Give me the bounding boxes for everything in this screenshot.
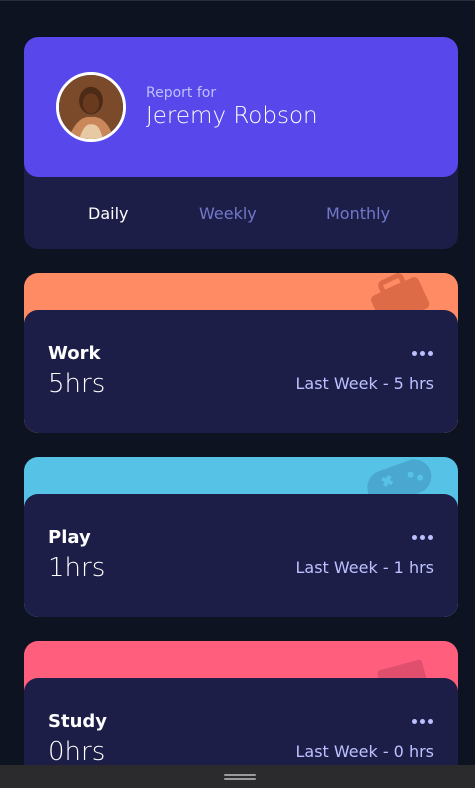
activity-last-week: Last Week - 1 hrs (295, 558, 434, 577)
activity-card-play: Play 1hrs Last Week - 1 hrs (24, 457, 458, 617)
activity-hours: 5hrs (48, 369, 106, 399)
activity-card-body: Work 5hrs Last Week - 5 hrs (24, 310, 458, 433)
tab-weekly[interactable]: Weekly (199, 204, 257, 223)
avatar-image (59, 75, 123, 139)
tab-monthly[interactable]: Monthly (326, 204, 390, 223)
activity-last-week: Last Week - 5 hrs (295, 374, 434, 393)
activity-last-week: Last Week - 0 hrs (295, 742, 434, 761)
activity-title: Play (48, 527, 91, 548)
avatar (56, 72, 126, 142)
tab-daily[interactable]: Daily (88, 204, 128, 223)
more-options-button[interactable] (412, 714, 434, 728)
activity-card-work: Work 5hrs Last Week - 5 hrs (24, 273, 458, 433)
drag-handle[interactable] (224, 774, 256, 781)
activity-title: Work (48, 343, 101, 364)
user-name: Jeremy Robson (146, 103, 318, 129)
bottom-bar (0, 765, 475, 788)
top-divider (0, 0, 475, 1)
more-options-button[interactable] (412, 530, 434, 544)
report-for-label: Report for (146, 85, 217, 101)
more-options-button[interactable] (412, 346, 434, 360)
profile-card: Report for Jeremy Robson Daily Weekly Mo… (24, 37, 458, 249)
activity-hours: 0hrs (48, 737, 106, 767)
profile-header: Report for Jeremy Robson (24, 37, 458, 177)
activity-hours: 1hrs (48, 553, 106, 583)
activity-title: Study (48, 711, 108, 732)
activity-card-body: Play 1hrs Last Week - 1 hrs (24, 494, 458, 617)
